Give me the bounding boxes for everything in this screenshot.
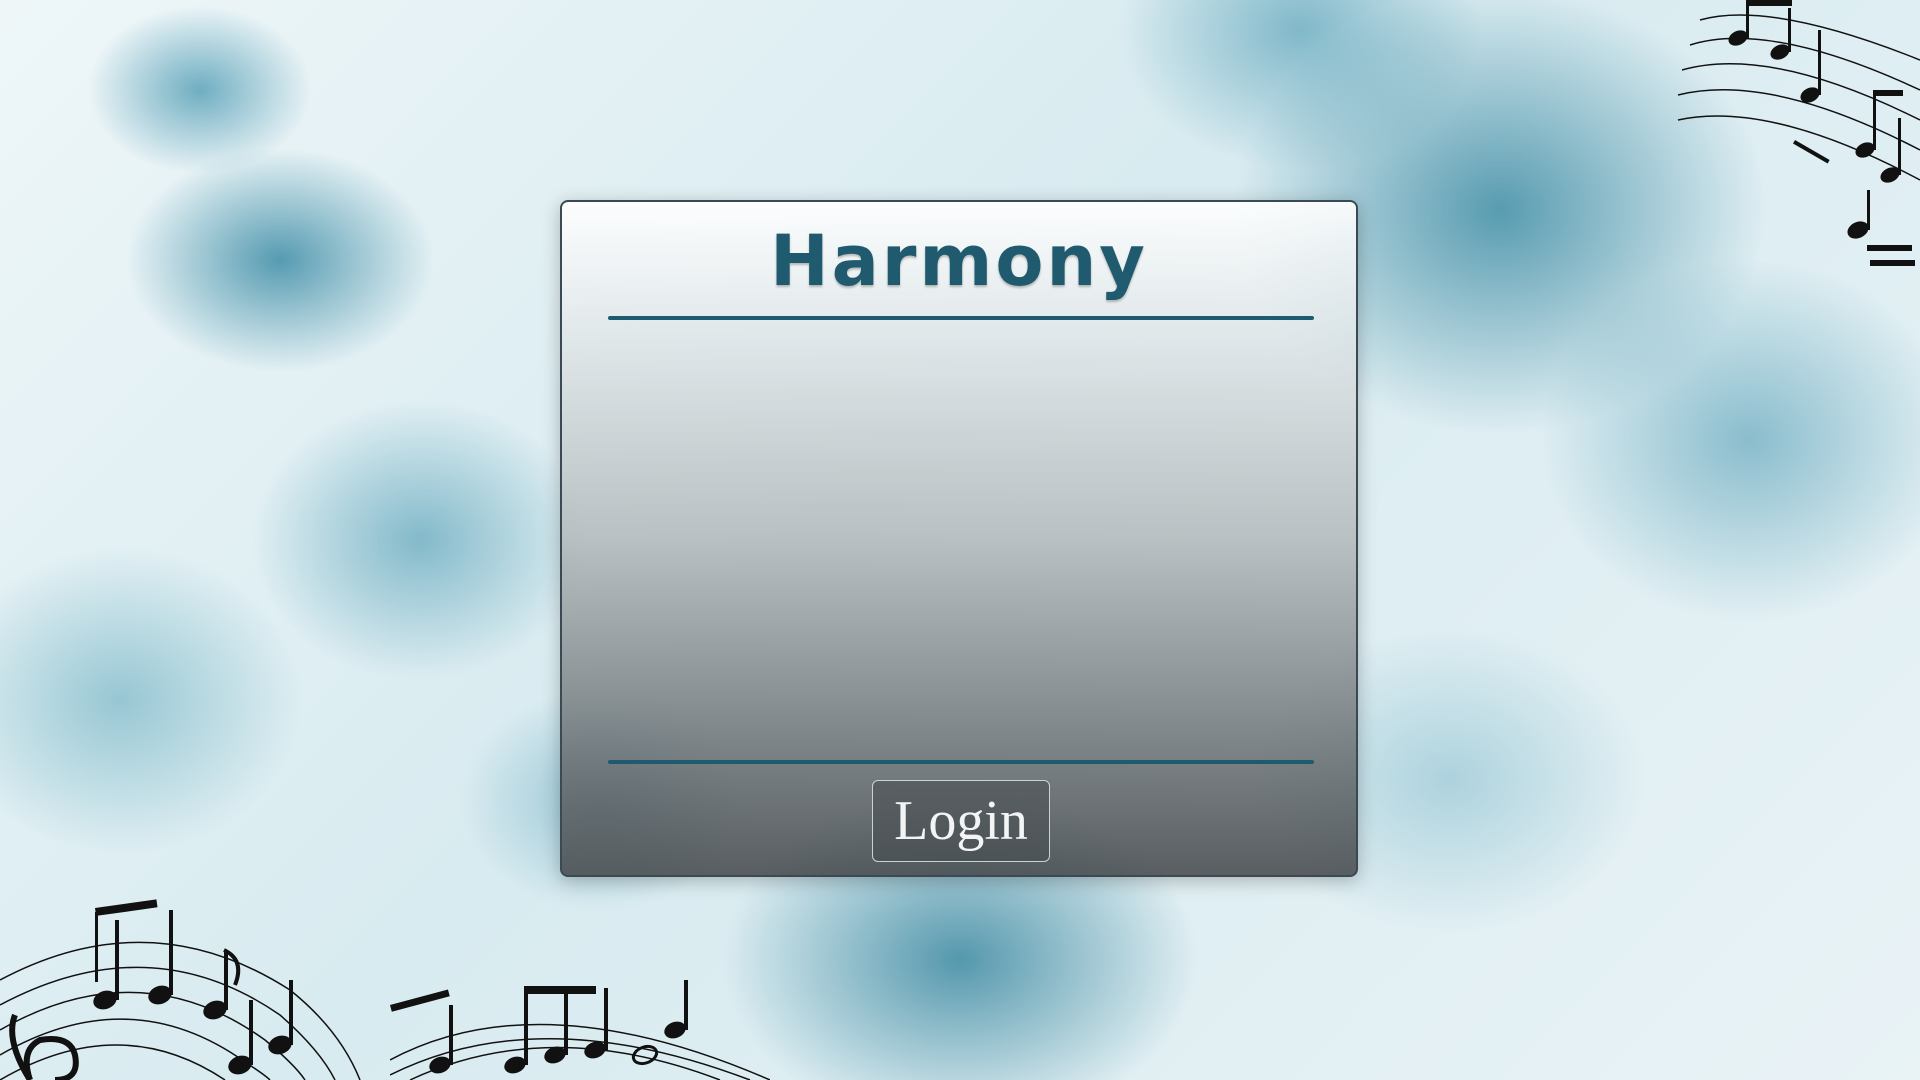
treble-clef-icon [0,899,361,1080]
app-title: Harmony [770,220,1148,302]
music-notes-icon [390,980,770,1080]
title-divider [608,316,1314,320]
login-panel: Harmony Login [560,200,1358,877]
music-notes-icon [1677,0,1920,266]
footer-divider [608,760,1314,764]
login-button[interactable]: Login [872,780,1050,862]
